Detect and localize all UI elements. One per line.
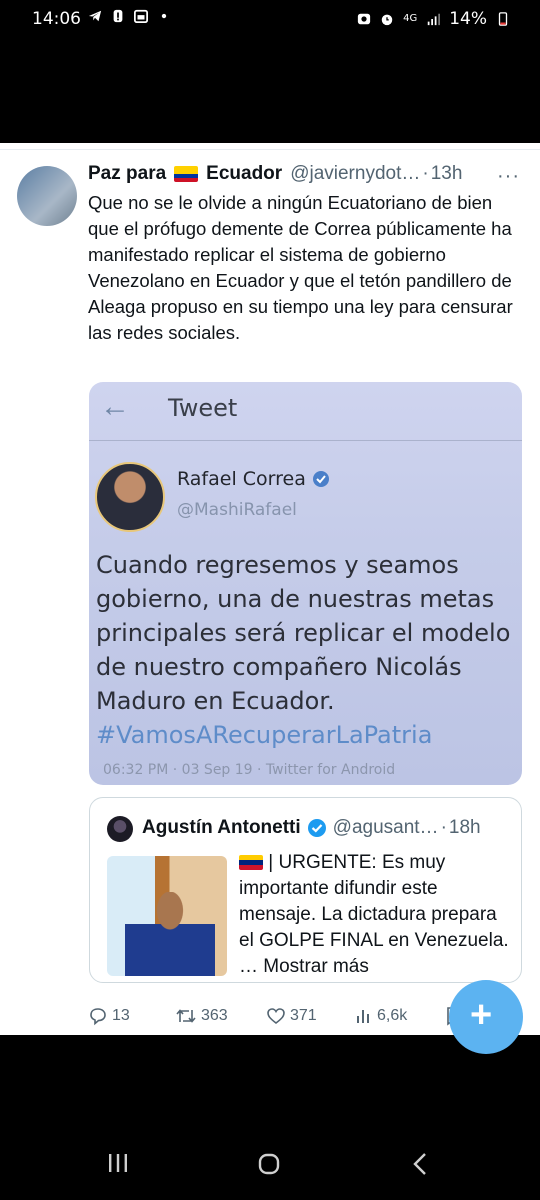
image-hashtag: #VamosARecuperarLaPatria [96,721,433,749]
author-name-suffix[interactable]: Ecuador [206,163,282,185]
more-options-icon[interactable]: ··· [497,165,520,188]
back-arrow-icon: ← [100,390,130,423]
like-count: 371 [290,1007,317,1024]
calendar-icon [134,9,148,23]
navigation-bar [0,1140,540,1200]
image-divider [89,440,522,441]
quoted-author-name: Agustín Antonetti [142,817,301,838]
quoted-avatar [107,816,133,842]
tweet-header: Paz para Ecuador @javiernydot… · 13h [88,163,518,185]
image-author-handle: @MashiRafael [177,500,297,520]
battery-icon [498,12,508,26]
author-handle[interactable]: @javiernydot… [290,163,420,185]
compose-button[interactable]: + [449,980,523,1054]
like-button[interactable]: 371 [266,1006,317,1026]
image-body: Cuando regresemos y seamos gobierno, una… [96,548,521,752]
home-icon[interactable] [257,1152,281,1176]
views-count: 6,6k [377,1007,408,1024]
avatar[interactable] [17,166,77,226]
image-footer: 06:32 PM · 03 Sep 19 · Twitter for Andro… [103,762,396,778]
heart-icon [267,1008,285,1025]
network-4g-icon: 4G [403,13,418,24]
dot-icon [161,13,167,19]
tweet-text: Que no se le olvide a ningún Ecuatoriano… [88,192,513,343]
quoted-handle: @agusant… [332,817,439,838]
separator: · [422,163,429,184]
venezuela-flag-icon [239,855,263,871]
status-left-icons [88,9,171,23]
divider [0,149,540,150]
quoted-time: 18h [448,817,481,838]
reply-count: 13 [112,1007,130,1024]
tweet-image[interactable]: ← Tweet Rafael Correa @MashiRafael Cuand… [89,382,522,785]
tweet-time[interactable]: 13h [431,163,463,185]
quoted-thumbnail [107,856,227,976]
telegram-icon [88,10,102,22]
verified-icon [307,819,326,837]
image-author-name: Rafael Correa [177,468,306,490]
retweet-button[interactable]: 363 [175,1006,228,1026]
status-bar: 14:06 4G 14% [0,0,540,40]
data-saver-icon [357,13,371,25]
views-icon [357,1010,369,1023]
quoted-text: | URGENTE: Es muy importante difundir es… [239,850,509,980]
quoted-tweet[interactable]: Agustín Antonetti @agusant… · 18h | URGE… [89,797,522,983]
alert-icon [113,9,123,23]
separator: · [440,817,447,838]
views-button[interactable]: 6,6k [355,1006,407,1026]
image-body-text: Cuando regresemos y seamos gobierno, una… [96,551,511,715]
thumbnail-person [125,892,215,976]
reply-icon [90,1008,106,1026]
status-time: 14:06 [32,9,81,29]
image-title: Tweet [168,394,238,422]
image-avatar [95,462,165,532]
retweet-icon [176,1009,196,1023]
ecuador-flag-icon [174,166,199,182]
quoted-header: Agustín Antonetti @agusant… · 18h [142,817,522,839]
image-author: Rafael Correa [177,468,330,490]
plus-icon: + [470,994,493,1036]
battery-percent: 14% [449,9,487,29]
retweet-count: 363 [201,1007,228,1024]
alarm-icon [381,14,393,26]
verified-icon [312,471,329,487]
back-icon[interactable] [411,1152,429,1176]
author-name-prefix[interactable]: Paz para [88,163,166,185]
signal-icon [427,13,441,26]
show-more-link[interactable]: Mostrar más [263,956,369,977]
recent-apps-icon[interactable] [107,1152,129,1174]
status-right-icons: 4G 14% [357,9,510,29]
reply-button[interactable]: 13 [88,1006,130,1026]
